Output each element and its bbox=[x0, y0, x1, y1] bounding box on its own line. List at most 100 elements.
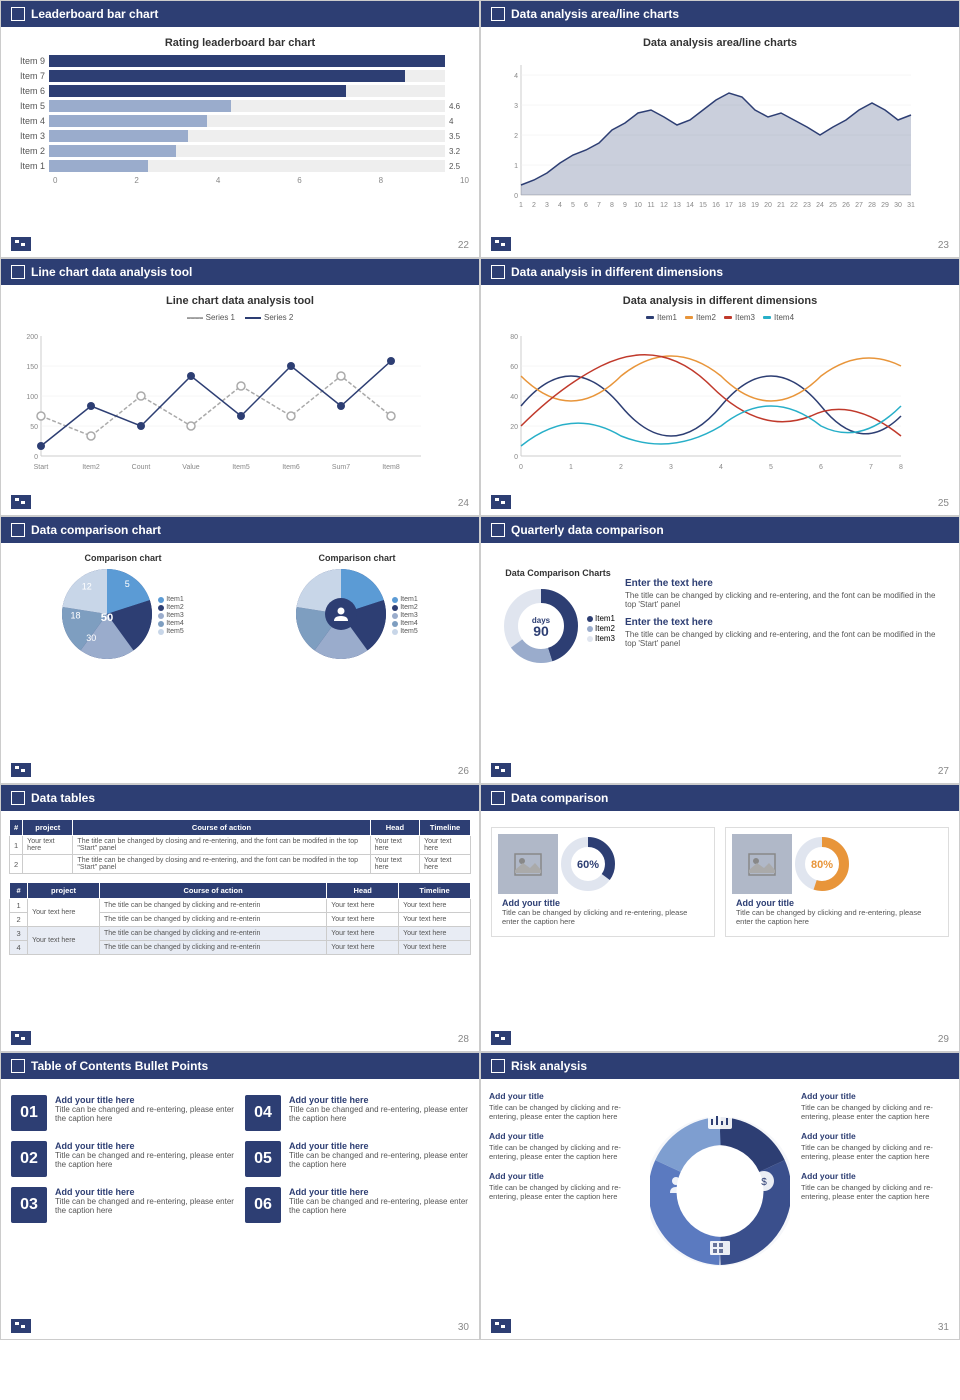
cell: The title can be changed by clicking and… bbox=[99, 913, 326, 927]
footer-icon bbox=[11, 1319, 31, 1333]
toc-item-05: 05 Add your title here Title can be chan… bbox=[245, 1141, 469, 1177]
svg-text:18: 18 bbox=[71, 611, 81, 621]
line-tool-svg: 0 50 100 150 200 Start Item2 Count Value… bbox=[11, 326, 431, 486]
toc-item-title-03: Add your title here bbox=[55, 1187, 235, 1197]
svg-text:200: 200 bbox=[26, 334, 38, 341]
toc-content-06: Add your title here Title can be changed… bbox=[289, 1187, 469, 1215]
svg-text:8: 8 bbox=[899, 464, 903, 471]
line-tool-chart-title: Line chart data analysis tool bbox=[11, 295, 469, 307]
toc-title: Table of Contents Bullet Points bbox=[31, 1059, 208, 1073]
leaderboard-chart-title: Rating leaderboard bar chart bbox=[11, 37, 469, 49]
header-icon bbox=[11, 7, 25, 21]
risk-sub-3: Title can be changed by clicking and re-… bbox=[489, 1183, 639, 1201]
toc-num-05: 05 bbox=[245, 1141, 281, 1177]
quarterly-header: Quarterly data comparison bbox=[481, 517, 959, 543]
risk-col-right: Add your title Title can be changed by c… bbox=[801, 1091, 951, 1201]
toc-panel: Table of Contents Bullet Points 01 Add y… bbox=[0, 1052, 480, 1340]
svg-text:100: 100 bbox=[26, 394, 38, 401]
th-timeline2: Timeline bbox=[399, 883, 471, 899]
data-comp-panel: Data comparison chart Comparison chart bbox=[0, 516, 480, 784]
svg-text:16: 16 bbox=[712, 202, 720, 209]
toc-item-sub-06: Title can be changed and re-entering, pl… bbox=[289, 1197, 469, 1215]
risk-title-3: Add your title bbox=[489, 1171, 639, 1181]
dc-card-title-2: Add your title bbox=[736, 898, 938, 908]
data-comp-header: Data comparison chart bbox=[1, 517, 479, 543]
svg-text:10: 10 bbox=[634, 202, 642, 209]
th-course2: Course of action bbox=[99, 883, 326, 899]
svg-text:20: 20 bbox=[764, 202, 772, 209]
cell: Your text here bbox=[370, 855, 420, 874]
data-comp2-title: Data comparison bbox=[511, 791, 608, 805]
panel-num: 26 bbox=[458, 766, 469, 777]
cell: The title can be changed by closing and … bbox=[73, 855, 370, 874]
panel-num: 30 bbox=[458, 1322, 469, 1333]
pie2-legend: Item1 Item2 Item3 Item4 Item5 bbox=[392, 596, 418, 636]
panel-num: 22 bbox=[458, 240, 469, 251]
svg-text:26: 26 bbox=[842, 202, 850, 209]
bar-chart: Item 9 Item 7 Item 6 Item 54.6 Item 44 I… bbox=[11, 55, 469, 185]
pie1-wrapper: Comparison chart 50 30 bbox=[62, 553, 184, 659]
toc-body: 01 Add your title here Title can be chan… bbox=[1, 1079, 479, 1339]
svg-text:80: 80 bbox=[510, 334, 518, 341]
diff-dim-title: Data analysis in different dimensions bbox=[511, 265, 723, 279]
data-tables-header: Data tables bbox=[1, 785, 479, 811]
svg-text:2: 2 bbox=[619, 464, 623, 471]
risk-sub-1: Title can be changed by clicking and re-… bbox=[489, 1103, 639, 1121]
svg-text:15: 15 bbox=[699, 202, 707, 209]
svg-text:5: 5 bbox=[125, 579, 130, 589]
toc-num-04: 04 bbox=[245, 1095, 281, 1131]
image-placeholder-icon bbox=[513, 852, 543, 877]
data-comp-title: Data comparison chart bbox=[31, 523, 161, 537]
svg-text:90: 90 bbox=[533, 623, 549, 639]
panel-num: 24 bbox=[458, 498, 469, 509]
svg-text:0: 0 bbox=[519, 464, 523, 471]
svg-text:30: 30 bbox=[86, 633, 96, 643]
leaderboard-title: Leaderboard bar chart bbox=[31, 7, 158, 21]
svg-text:Item8: Item8 bbox=[382, 464, 400, 471]
panel-num: 23 bbox=[938, 240, 949, 251]
svg-text:3: 3 bbox=[545, 202, 549, 209]
cell: 3 bbox=[10, 927, 28, 941]
risk-item-1: Add your title Title can be changed by c… bbox=[489, 1091, 639, 1121]
svg-text:$: $ bbox=[761, 1177, 767, 1188]
risk-sub-4: Title can be changed by clicking and re-… bbox=[801, 1103, 951, 1121]
risk-item-2: Add your title Title can be changed by c… bbox=[489, 1131, 639, 1161]
cell: Your text here bbox=[327, 941, 399, 955]
quarterly-body-div: Data Comparison Charts days bbox=[481, 543, 959, 783]
dc-text-2: Add your title Title can be changed by c… bbox=[732, 894, 942, 930]
area-line-svg: 1 2 3 4 5 6 7 8 9 10 11 12 13 14 15 16 1… bbox=[491, 55, 921, 215]
cell: Your text here bbox=[327, 927, 399, 941]
cell: Your text here bbox=[23, 836, 73, 855]
cell: Your text here bbox=[370, 836, 420, 855]
area-line-header: Data analysis area/line charts bbox=[481, 1, 959, 27]
risk-sub-5: Title can be changed by clicking and re-… bbox=[801, 1143, 951, 1161]
donut-svg: days 90 bbox=[501, 586, 581, 666]
svg-text:0: 0 bbox=[514, 193, 518, 200]
pct-donut-1: 60% bbox=[560, 836, 616, 892]
cell: Your text here bbox=[420, 836, 471, 855]
svg-text:30: 30 bbox=[894, 202, 902, 209]
diff-dim-body: Data analysis in different dimensions It… bbox=[481, 285, 959, 515]
svg-text:40: 40 bbox=[510, 394, 518, 401]
toc-content-01: Add your title here Title can be changed… bbox=[55, 1095, 235, 1123]
person-icon bbox=[325, 598, 357, 630]
th-head2: Head bbox=[327, 883, 399, 899]
risk-col-left: Add your title Title can be changed by c… bbox=[489, 1091, 639, 1201]
svg-text:6: 6 bbox=[819, 464, 823, 471]
dc-img-2 bbox=[732, 834, 792, 894]
svg-text:11: 11 bbox=[647, 202, 654, 209]
dc-pct-2: 80% bbox=[792, 834, 852, 894]
svg-text:Count: Count bbox=[132, 464, 151, 471]
pie2-title: Comparison chart bbox=[296, 553, 418, 563]
toc-item-02: 02 Add your title here Title can be chan… bbox=[11, 1141, 235, 1177]
risk-title: Risk analysis bbox=[511, 1059, 587, 1073]
svg-text:12: 12 bbox=[82, 581, 92, 591]
toc-item-03: 03 Add your title here Title can be chan… bbox=[11, 1187, 235, 1223]
svg-text:8: 8 bbox=[610, 202, 614, 209]
cell: Your text here bbox=[327, 913, 399, 927]
enter-title-1: Enter the text here bbox=[625, 578, 939, 589]
toc-content-03: Add your title here Title can be changed… bbox=[55, 1187, 235, 1215]
svg-text:0: 0 bbox=[514, 454, 518, 461]
area-line-title: Data analysis area/line charts bbox=[511, 7, 679, 21]
svg-text:19: 19 bbox=[751, 202, 759, 209]
